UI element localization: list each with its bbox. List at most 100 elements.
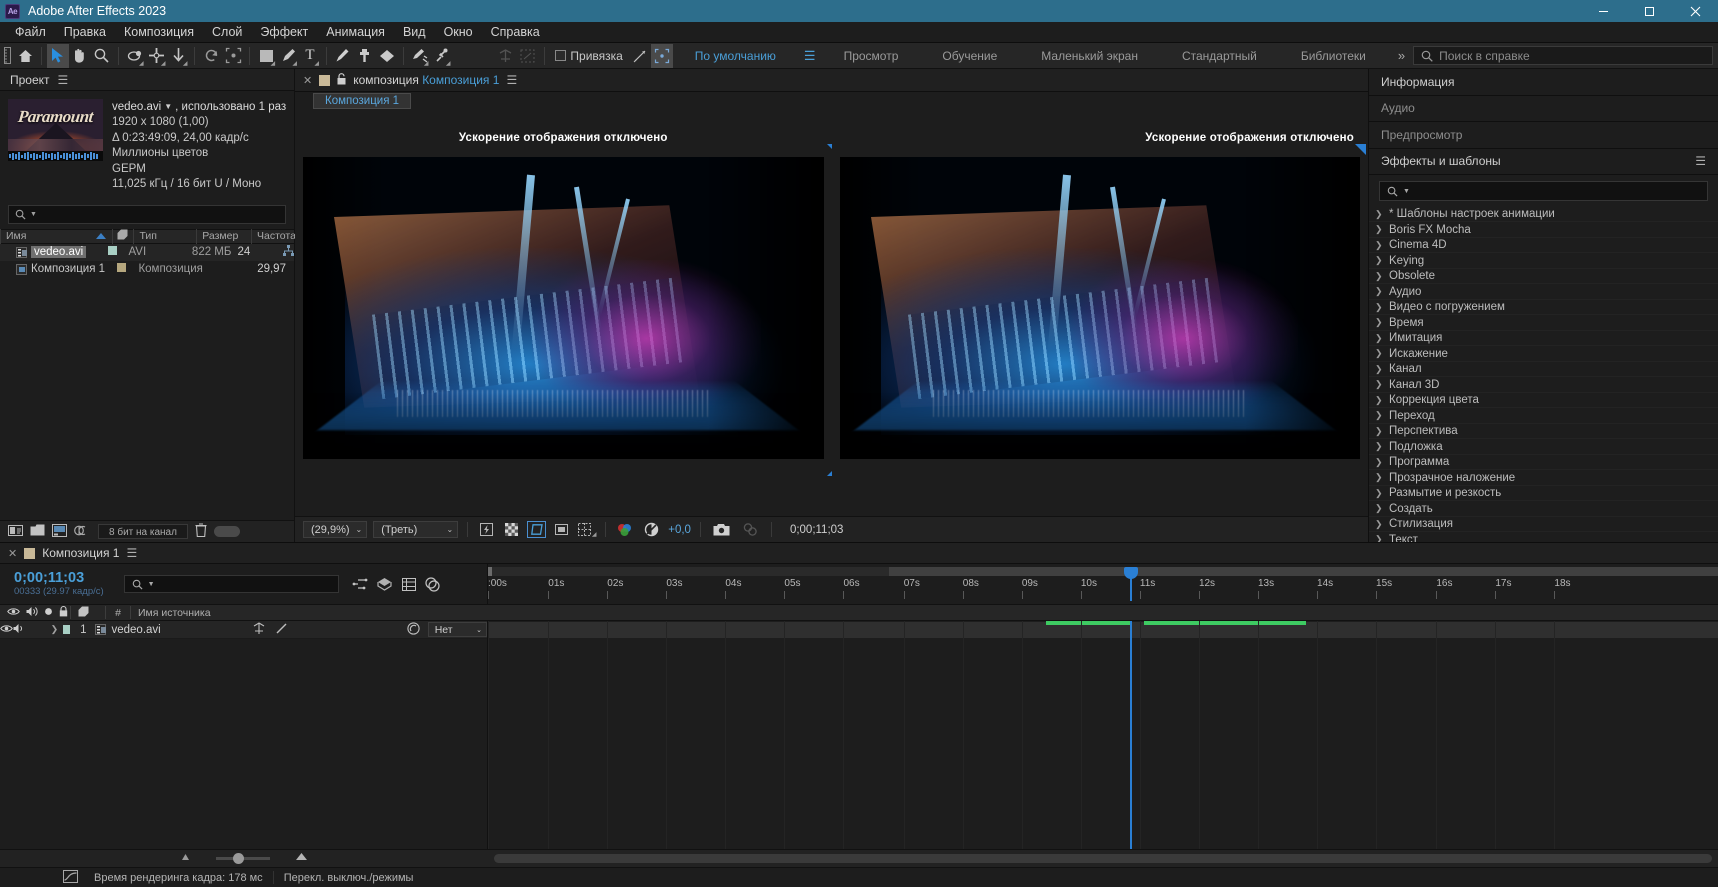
- table-row[interactable]: Композиция 1 Композиция 29,97: [0, 261, 294, 278]
- chevron-right-icon[interactable]: ❯: [1375, 519, 1383, 530]
- list-item[interactable]: ❯ Перспектива: [1369, 424, 1718, 440]
- type-tool-icon[interactable]: T ◢: [299, 44, 321, 68]
- viewer-left-pane[interactable]: Ускорение отображения отключено: [295, 110, 832, 516]
- draft-3d-icon[interactable]: [373, 573, 397, 595]
- timeline-ruler[interactable]: :00s 01s 02s 03s 04s 05s 06s 07s 08s 09s 10s 11s 12s…: [488, 564, 1718, 604]
- list-item[interactable]: ❯ Obsolete: [1369, 269, 1718, 285]
- chevron-right-icon[interactable]: ❯: [1375, 395, 1383, 406]
- source-name-header[interactable]: Имя источника: [131, 607, 421, 619]
- pen-tool-icon[interactable]: ◢: [277, 44, 299, 68]
- info-panel-header[interactable]: Информация: [1369, 69, 1718, 96]
- list-item[interactable]: ❯ Boris FX Mocha: [1369, 222, 1718, 238]
- menu-window[interactable]: Окно: [435, 22, 482, 43]
- menu-animation[interactable]: Анимация: [317, 22, 394, 43]
- project-panel-title[interactable]: Проект: [10, 73, 50, 87]
- hierarchy-icon[interactable]: [283, 245, 294, 259]
- chevron-right-icon[interactable]: ❯: [1375, 488, 1383, 499]
- project-footer-toggle[interactable]: [213, 526, 240, 537]
- help-search-input[interactable]: Поиск в справке: [1413, 46, 1714, 65]
- menu-view[interactable]: Вид: [394, 22, 435, 43]
- camera-icon[interactable]: [710, 521, 734, 538]
- list-item[interactable]: ❯ Текст: [1369, 532, 1718, 542]
- list-item[interactable]: ❯ * Шаблоны настроек анимации: [1369, 207, 1718, 223]
- menu-file[interactable]: Файл: [6, 22, 55, 43]
- column-header-type[interactable]: Тип: [133, 228, 196, 244]
- menu-layer[interactable]: Слой: [203, 22, 251, 43]
- composition-mini-flowchart-icon[interactable]: [349, 573, 373, 595]
- timeline-search-input[interactable]: ▼: [123, 575, 339, 593]
- chevron-right-icon[interactable]: ❯: [1375, 348, 1383, 359]
- frame-blending-icon[interactable]: [421, 573, 445, 595]
- mask-transform-icon[interactable]: [517, 44, 539, 68]
- rotation-tool-icon[interactable]: [200, 44, 222, 68]
- chevron-right-icon[interactable]: ❯: [1375, 472, 1383, 483]
- list-item[interactable]: ❯ Прозрачное наложение: [1369, 470, 1718, 486]
- selection-tool-icon[interactable]: [46, 43, 69, 68]
- row-name[interactable]: vedeo.avi: [31, 246, 87, 259]
- chevron-right-icon[interactable]: ❯: [1375, 441, 1383, 452]
- chevron-down-icon[interactable]: ▼: [164, 99, 172, 115]
- menu-composition[interactable]: Композиция: [115, 22, 203, 43]
- chevron-right-icon[interactable]: ❯: [1375, 255, 1383, 266]
- chevron-right-icon[interactable]: ❯: [1375, 457, 1383, 468]
- audio-icon[interactable]: [13, 623, 25, 637]
- hand-tool-icon[interactable]: [69, 44, 91, 68]
- quality-icon[interactable]: [276, 623, 287, 637]
- list-item[interactable]: ❯ Переход: [1369, 408, 1718, 424]
- lock-icon[interactable]: [59, 605, 68, 620]
- channel-rgb-icon[interactable]: [615, 521, 634, 538]
- snapping-control[interactable]: Привязка: [549, 49, 628, 63]
- trash-icon[interactable]: [195, 523, 207, 540]
- current-time[interactable]: 0;00;11;03: [14, 570, 104, 586]
- timeline-panel-menu-icon[interactable]: ☰: [126, 547, 137, 559]
- menu-edit[interactable]: Правка: [55, 22, 115, 43]
- workspace-tab-standard[interactable]: Стандартный: [1160, 43, 1279, 69]
- menu-effect[interactable]: Эффект: [251, 22, 317, 43]
- list-item[interactable]: ❯ Аудио: [1369, 284, 1718, 300]
- chevron-right-icon[interactable]: ❯: [1375, 534, 1383, 542]
- snap-vertex-icon[interactable]: [629, 44, 651, 68]
- pan-behind-tool-icon[interactable]: ◢: [146, 44, 168, 68]
- parent-selector[interactable]: Нет ⌄: [427, 622, 487, 637]
- project-settings-icon[interactable]: [52, 523, 67, 540]
- label-icon[interactable]: [78, 606, 89, 620]
- minimize-button[interactable]: [1580, 0, 1626, 22]
- menu-help[interactable]: Справка: [482, 22, 549, 43]
- home-icon[interactable]: [14, 44, 36, 68]
- maximize-button[interactable]: [1626, 0, 1672, 22]
- timeline-zoom-slider[interactable]: [216, 853, 270, 864]
- list-item[interactable]: ❯ Искажение: [1369, 346, 1718, 362]
- effects-panel-menu-icon[interactable]: ☰: [1695, 155, 1706, 167]
- chevron-right-icon[interactable]: ❯: [1375, 302, 1383, 313]
- clone-stamp-tool-icon[interactable]: [354, 44, 376, 68]
- column-header-rate[interactable]: Частота ...: [250, 228, 296, 257]
- timeline-tab-name[interactable]: Композиция 1: [42, 546, 119, 560]
- composition-tab-label[interactable]: композиция Композиция 1: [353, 73, 499, 87]
- chevron-right-icon[interactable]: ❯: [1375, 364, 1383, 375]
- roto-brush-tool-icon[interactable]: ◢: [409, 44, 431, 68]
- workspace-tab-default[interactable]: По умолчанию: [673, 43, 798, 69]
- timeline-graph-area[interactable]: [488, 621, 1718, 849]
- video-visibility-icon[interactable]: [0, 624, 13, 636]
- table-row[interactable]: vedeo.avi AVI 822 МБ 24: [0, 243, 294, 261]
- snapping-checkbox[interactable]: [555, 50, 567, 61]
- exposure-value[interactable]: +0,0: [668, 524, 691, 536]
- layer-name-cell[interactable]: vedeo.avi: [86, 624, 161, 636]
- close-tab-icon[interactable]: ✕: [303, 74, 312, 87]
- list-item[interactable]: ❯ Keying: [1369, 253, 1718, 269]
- chevron-right-icon[interactable]: ❯: [1375, 271, 1383, 282]
- eraser-tool-icon[interactable]: [376, 44, 398, 68]
- fast-preview-icon[interactable]: [477, 521, 496, 538]
- expand-layer-icon[interactable]: ❯: [48, 624, 61, 635]
- grid-guides-icon[interactable]: ◢: [577, 521, 597, 538]
- list-item[interactable]: ❯ Cinema 4D: [1369, 238, 1718, 254]
- viewer-right-pane[interactable]: Ускорение отображения отключено: [832, 110, 1369, 516]
- list-item[interactable]: ❯ Видео с погружением: [1369, 300, 1718, 316]
- zoom-tool-icon[interactable]: [91, 44, 113, 68]
- zoom-in-icon[interactable]: [294, 851, 309, 866]
- magnification-selector[interactable]: (29,9%) ⌄: [303, 521, 368, 538]
- column-header-size[interactable]: Размер: [196, 228, 251, 244]
- region-of-interest-tool-icon[interactable]: [222, 44, 244, 68]
- timeline-time-display[interactable]: 0;00;11;03 00333 (29.97 кадр/с): [14, 570, 104, 598]
- current-time-indicator[interactable]: [1124, 567, 1139, 601]
